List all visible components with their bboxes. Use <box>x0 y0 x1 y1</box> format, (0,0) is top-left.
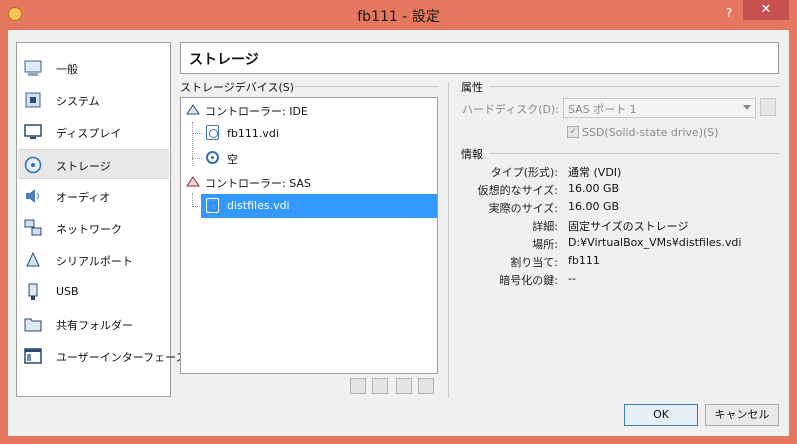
info-label: 場所: <box>532 238 558 251</box>
sidebar-item-audio[interactable]: オーディオ <box>18 181 169 211</box>
hard-disk-icon <box>206 125 219 140</box>
general-icon <box>24 60 42 76</box>
system-icon <box>25 92 41 108</box>
storage-tree[interactable]: コントローラー: IDE fb111.vdi 空 コントローラー: SAS di… <box>180 97 438 374</box>
hard-disk-slot-select[interactable]: SAS ポート 1 <box>563 98 756 118</box>
sidebar-item-label: 一般 <box>56 63 78 76</box>
tree-item-ide-cd[interactable]: 空 <box>227 151 238 167</box>
sidebar-item-user-interface[interactable]: ユーザーインターフェース <box>18 341 187 371</box>
attributes-header: 属性 <box>461 81 483 94</box>
tree-item-controller-sas[interactable]: コントローラー: SAS <box>205 175 311 191</box>
audio-icon <box>26 189 39 203</box>
page-title: ストレージ <box>180 42 779 74</box>
settings-sidebar: 一般 システム ディスプレイ ストレージ オーディオ ネットワーク シリアルポー… <box>16 42 187 397</box>
group-divider <box>490 86 779 87</box>
hard-disk-label: ハードディスク(D): <box>462 103 559 116</box>
chevron-down-icon <box>743 105 751 110</box>
add-controller-button[interactable] <box>350 378 366 394</box>
window-title: fb111 - 設定 <box>357 9 440 25</box>
sidebar-item-network[interactable]: ネットワーク <box>18 213 169 243</box>
group-divider <box>490 153 779 154</box>
optical-disc-icon <box>206 151 219 164</box>
info-label: 実際のサイズ: <box>488 202 558 215</box>
info-value: 通常 (VDI) <box>568 166 622 179</box>
info-value: 固定サイズのストレージ <box>568 220 689 233</box>
tree-item-sas-disk[interactable]: distfiles.vdi <box>227 199 290 212</box>
storage-devices-label: ストレージデバイス(S) <box>180 81 295 94</box>
ok-button[interactable]: OK <box>624 404 698 426</box>
help-button[interactable]: ? <box>718 4 740 22</box>
ssd-checkbox[interactable]: ✓ <box>567 126 579 138</box>
sidebar-item-storage[interactable]: ストレージ <box>18 149 169 179</box>
hard-disk-slot-value: SAS ポート 1 <box>568 103 637 116</box>
info-label: 詳細: <box>532 220 558 233</box>
tree-item-ide-disk[interactable]: fb111.vdi <box>227 127 279 140</box>
info-value: fb111 <box>568 254 600 267</box>
user-interface-icon <box>24 348 42 364</box>
sidebar-item-shared-folders[interactable]: 共有フォルダー <box>18 309 169 339</box>
storage-icon <box>24 156 42 174</box>
sidebar-item-display[interactable]: ディスプレイ <box>18 117 169 147</box>
info-label: 仮想的なサイズ: <box>477 184 558 197</box>
sidebar-item-label: ネットワーク <box>56 223 122 236</box>
sidebar-item-usb[interactable]: USB <box>18 277 169 307</box>
sidebar-item-label: ユーザーインターフェース <box>56 351 187 364</box>
tree-item-controller-ide[interactable]: コントローラー: IDE <box>205 103 308 119</box>
close-button[interactable]: ✕ <box>743 0 789 20</box>
network-icon <box>24 219 42 236</box>
sidebar-item-general[interactable]: 一般 <box>18 53 169 83</box>
sidebar-item-label: ディスプレイ <box>56 127 122 140</box>
usb-icon <box>28 283 38 300</box>
remove-controller-button[interactable] <box>372 378 388 394</box>
add-attachment-button[interactable] <box>396 378 412 394</box>
info-value: 16.00 GB <box>568 200 620 213</box>
ssd-label: SSD(Solid-state drive)(S) <box>582 126 719 139</box>
serial-port-icon <box>26 251 40 267</box>
info-label: タイプ(形式): <box>490 166 558 179</box>
tree-connector <box>192 158 202 159</box>
info-header: 情報 <box>461 148 483 161</box>
cancel-button[interactable]: キャンセル <box>705 404 779 426</box>
sidebar-item-label: 共有フォルダー <box>56 319 133 332</box>
info-value: 16.00 GB <box>568 182 620 195</box>
hard-disk-icon <box>206 198 219 213</box>
sidebar-item-label: シリアルポート <box>56 255 133 268</box>
sidebar-item-label: システム <box>56 95 100 108</box>
display-icon <box>24 124 42 139</box>
info-value: D:¥VirtualBox_VMs¥distfiles.vdi <box>568 236 742 249</box>
sidebar-item-system[interactable]: システム <box>18 85 169 115</box>
choose-disk-button[interactable] <box>760 98 776 116</box>
info-label: 割り当て: <box>510 256 558 269</box>
sidebar-item-serial-port[interactable]: シリアルポート <box>18 245 169 275</box>
tree-connector <box>192 133 202 134</box>
sidebar-item-label: ストレージ <box>56 160 111 173</box>
sas-controller-icon <box>186 176 200 187</box>
info-label: 暗号化の鍵: <box>499 274 558 287</box>
sidebar-item-label: オーディオ <box>56 191 111 204</box>
tree-connector <box>192 122 193 166</box>
ide-controller-icon <box>186 104 200 115</box>
info-value: -- <box>568 272 576 285</box>
remove-attachment-button[interactable] <box>418 378 434 394</box>
tree-connector <box>192 193 193 207</box>
panel-divider <box>448 82 449 398</box>
shared-folder-icon <box>24 318 42 332</box>
group-divider <box>290 86 438 87</box>
sidebar-item-label: USB <box>56 285 79 298</box>
